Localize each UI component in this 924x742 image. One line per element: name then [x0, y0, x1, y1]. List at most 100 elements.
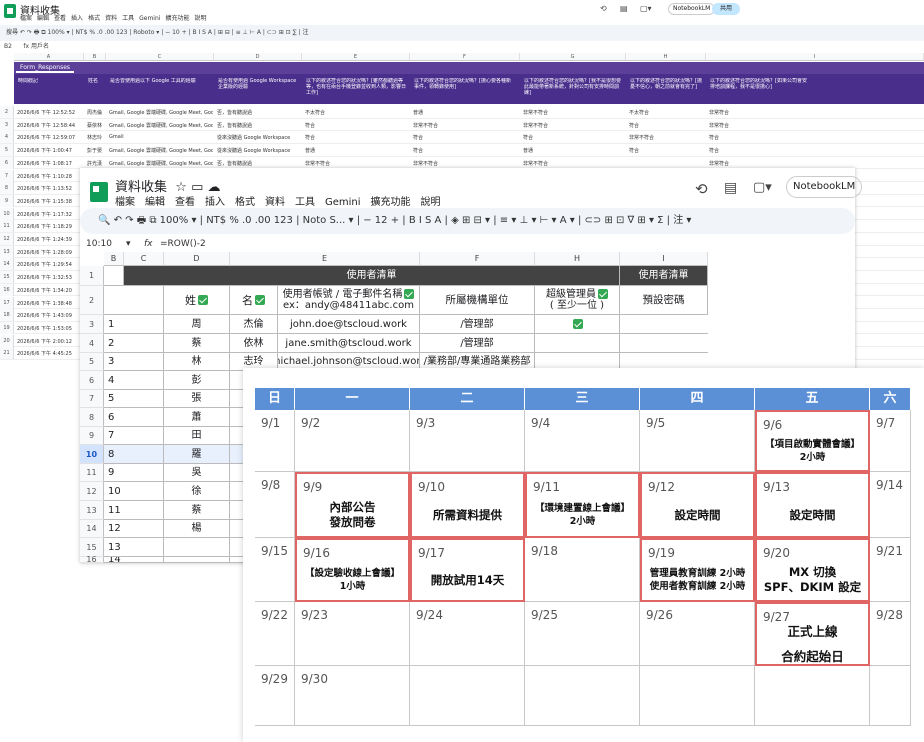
- column-header-col-f[interactable]: F: [420, 252, 535, 266]
- menu-item[interactable]: 編輯: [37, 15, 49, 22]
- calendar-day[interactable]: 9/15: [255, 538, 295, 602]
- table-cell[interactable]: 2026/6/6 下午 12:58:44: [17, 122, 75, 129]
- calendar-day[interactable]: 9/21: [870, 538, 911, 602]
- row-number[interactable]: 9: [0, 194, 14, 207]
- last-name-cell[interactable]: 羅: [164, 445, 230, 464]
- row-number[interactable]: 19: [0, 321, 14, 334]
- table-cell[interactable]: 非常不符合: [413, 122, 438, 129]
- calendar-day[interactable]: 9/30: [295, 666, 410, 726]
- menu-item[interactable]: 插入: [71, 15, 83, 22]
- calendar-day[interactable]: 9/29: [255, 666, 295, 726]
- table-cell[interactable]: 2026/6/6 下午 1:53:05: [17, 325, 72, 332]
- table-cell[interactable]: 非常不符合: [523, 160, 548, 167]
- header-cell[interactable]: 姓名: [88, 78, 106, 100]
- row-number[interactable]: 7: [0, 169, 14, 182]
- column-header[interactable]: H: [626, 53, 706, 61]
- table-cell[interactable]: 2026/6/6 下午 1:34:20: [17, 287, 72, 294]
- table-cell[interactable]: 非常不符合: [305, 160, 330, 167]
- row-number[interactable]: 8: [0, 182, 14, 195]
- table-cell[interactable]: 否，皆有聽說過: [217, 122, 252, 129]
- row-index-cell[interactable]: 3: [104, 353, 164, 371]
- calendar-day[interactable]: 9/23: [295, 602, 410, 666]
- table-cell[interactable]: 非常不符合: [629, 134, 654, 141]
- comment-icon[interactable]: ▤: [724, 180, 737, 196]
- table-cell[interactable]: 2026/6/6 下午 1:15:38: [17, 198, 72, 205]
- row-number[interactable]: 17: [0, 296, 14, 309]
- row-index-cell[interactable]: 2: [104, 334, 164, 353]
- row-number[interactable]: 21: [0, 347, 14, 360]
- header-cell[interactable]: 時間戳記: [18, 78, 78, 100]
- row-number[interactable]: 4: [80, 334, 104, 353]
- table-cell[interactable]: 普通: [305, 147, 315, 154]
- row-number[interactable]: 20: [0, 334, 14, 347]
- column-header[interactable]: D: [214, 53, 302, 61]
- row-number[interactable]: 16: [80, 556, 104, 564]
- last-name-cell[interactable]: 張: [164, 390, 230, 408]
- calendar-day[interactable]: 9/14: [870, 472, 911, 538]
- first-name-cell[interactable]: 杰倫: [230, 315, 278, 334]
- column-header-col-d[interactable]: D: [164, 252, 230, 266]
- email-cell[interactable]: jane.smith@tscloud.work: [278, 334, 420, 353]
- column-header[interactable]: E: [302, 53, 410, 61]
- org-unit-cell[interactable]: /管理部: [420, 315, 535, 334]
- header-cell[interactable]: 是否有使用過 Google Workspace 企業版的經驗: [218, 78, 298, 100]
- table-cell[interactable]: Gmail, Google 雲端硬碟, Google Meet, Google …: [109, 147, 213, 154]
- row-number[interactable]: 3: [0, 118, 14, 131]
- calendar-day[interactable]: 9/4: [525, 410, 640, 472]
- header-cell[interactable]: 以下的敘述符合您的狀況嗎？[我不是很想要此最能帶著新系統，針對公司有安排時間訓練…: [524, 78, 624, 100]
- calendar-day[interactable]: 9/13 設定時間: [755, 472, 870, 538]
- column-header[interactable]: B: [84, 53, 106, 61]
- row-number[interactable]: 3: [80, 315, 104, 334]
- calendar-day[interactable]: 9/9 內部公告 發放問卷: [295, 472, 410, 538]
- menu-item[interactable]: 說明: [421, 197, 441, 208]
- org-unit-cell[interactable]: /管理部: [420, 334, 535, 353]
- row-number[interactable]: 12: [80, 482, 104, 501]
- row-number[interactable]: 2: [80, 286, 104, 315]
- table-cell[interactable]: 2026/6/6 下午 1:10:28: [17, 173, 72, 180]
- header-cell[interactable]: 以下的敘述符合您的狀況嗎？[如果公司會安排培訓課程，我不是很擔心]: [710, 78, 810, 100]
- row-number[interactable]: 11: [0, 220, 14, 233]
- row-index-cell[interactable]: 10: [104, 482, 164, 501]
- password-cell[interactable]: [620, 334, 708, 353]
- table-cell[interactable]: 2026/6/6 下午 1:08:17: [17, 160, 72, 167]
- table-cell[interactable]: 否，皆有聽說過: [217, 109, 252, 116]
- menu-item[interactable]: 格式: [88, 15, 100, 22]
- table-cell[interactable]: 非常不符合: [523, 109, 548, 116]
- table-cell[interactable]: 符合: [709, 134, 719, 141]
- row-index-cell[interactable]: 5: [104, 390, 164, 408]
- table-cell[interactable]: 許光漢: [87, 160, 102, 167]
- table-cell[interactable]: 從來沒聽過 Google Workspace: [217, 134, 290, 141]
- menu-item[interactable]: Gemini: [325, 197, 361, 208]
- last-name-cell[interactable]: 彭: [164, 371, 230, 390]
- calendar-day[interactable]: [525, 666, 640, 726]
- menu-item[interactable]: 工具: [122, 15, 134, 22]
- table-cell[interactable]: 2026/6/6 下午 1:38:48: [17, 300, 72, 307]
- header-cell[interactable]: 以下的敘述符合您的狀況嗎？[擔憂不信心，朝之前就會有完了]: [630, 78, 702, 100]
- header-cell[interactable]: 以下的敘述符合您的狀況嗎？[擔心要各種新事件，領轉錄使用]: [414, 78, 514, 100]
- calendar-day[interactable]: 9/2: [295, 410, 410, 472]
- row-number[interactable]: 18: [0, 309, 14, 322]
- row-number[interactable]: 6: [80, 371, 104, 390]
- calendar-day[interactable]: 9/3: [410, 410, 525, 472]
- checkbox-checked-icon[interactable]: [573, 319, 583, 329]
- row-index-cell[interactable]: 14: [104, 557, 164, 563]
- row-number[interactable]: 16: [0, 283, 14, 296]
- row-index-cell[interactable]: 12: [104, 520, 164, 538]
- column-header-col-b[interactable]: B: [104, 252, 124, 266]
- menu-item[interactable]: 資料: [265, 197, 285, 208]
- calendar-day[interactable]: [410, 666, 525, 726]
- email-cell[interactable]: john.doe@tscloud.work: [278, 315, 420, 334]
- row-number[interactable]: 5: [0, 144, 14, 157]
- cell-reference[interactable]: 10:10: [86, 237, 112, 251]
- first-name-cell[interactable]: 依林: [230, 334, 278, 353]
- table-cell[interactable]: 非常符合: [709, 122, 729, 129]
- comment-icon[interactable]: ▤: [620, 4, 628, 13]
- table-cell[interactable]: 2026/6/6 下午 4:45:25: [17, 350, 72, 357]
- table-cell[interactable]: 不太符合: [305, 109, 325, 116]
- table-cell[interactable]: 2026/6/6 下午 1:24:39: [17, 236, 72, 243]
- toolbar[interactable]: 搜尋 ↶ ↷ 🖶 ⧉ 100% ▾ | NT$ % .0 .00 123 | R…: [0, 25, 924, 41]
- last-name-cell[interactable]: 林: [164, 353, 230, 371]
- calendar-day[interactable]: 9/25: [525, 602, 640, 666]
- share-button[interactable]: 共用: [712, 3, 741, 15]
- column-header[interactable]: C: [106, 53, 214, 61]
